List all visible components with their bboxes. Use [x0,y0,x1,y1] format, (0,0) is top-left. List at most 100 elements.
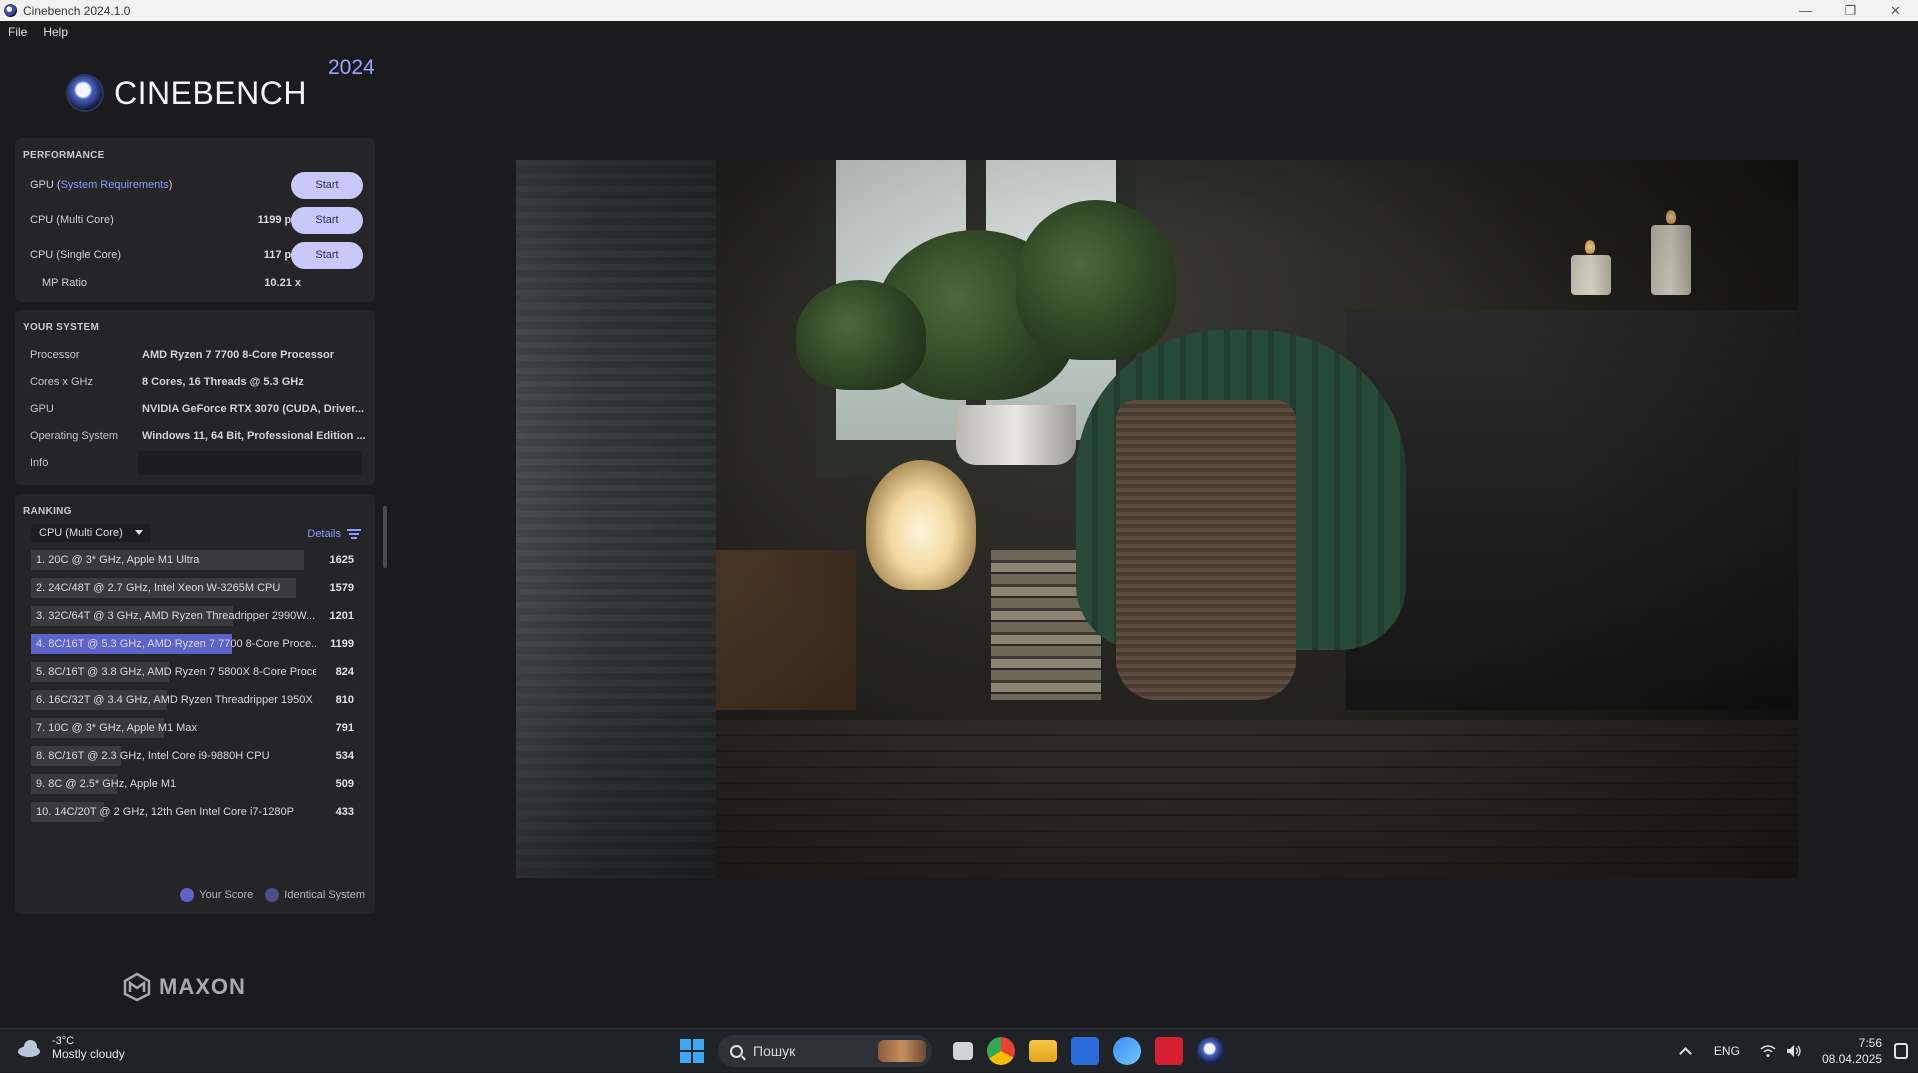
performance-title: PERFORMANCE [23,150,105,161]
sys-value: AMD Ryzen 7 7700 8-Core Processor [142,349,334,361]
ranking-row[interactable]: 6. 16C/32T @ 3.4 GHz, AMD Ryzen Threadri… [31,690,364,710]
ranking-row-your-score[interactable]: 4. 8C/16T @ 5.3 GHz, AMD Ryzen 7 7700 8-… [31,634,364,654]
ranking-score: 810 [336,694,354,706]
search-highlight-icon [878,1040,926,1062]
panel-scrollbar[interactable] [383,506,387,568]
details-button[interactable]: Details [307,528,361,540]
ai-app-icon[interactable] [1113,1037,1141,1065]
ranking-score: 534 [336,750,354,762]
your-system-panel: YOUR SYSTEM Processor AMD Ryzen 7 7700 8… [15,310,375,485]
mp-ratio-label: MP Ratio [30,277,87,289]
cinebench-logo: CINEBENCH [66,74,307,112]
ranking-legend: Your Score Identical System [168,888,365,902]
ranking-score: 1201 [330,610,354,622]
cinebench-taskbar-icon[interactable] [1197,1037,1225,1065]
chevron-down-icon [135,530,143,535]
menu-help[interactable]: Help [35,25,76,39]
search-icon [730,1045,743,1058]
menu-file[interactable]: File [0,25,35,39]
info-input[interactable] [138,451,362,475]
weather-temp: -3°C [52,1035,125,1047]
ranking-score: 433 [336,806,354,818]
start-gpu-button[interactable]: Start [291,172,363,199]
wifi-icon[interactable] [1760,1044,1776,1058]
sys-row-os: Operating System Windows 11, 64 Bit, Pro… [30,426,370,446]
clock-date: 08.04.2025 [1822,1051,1882,1067]
perf-row-gpu: GPU (System Requirements) - Start [30,170,375,200]
legend-your-score: Your Score [180,888,253,902]
filter-icon [347,529,361,539]
perf-label-gpu: GPU (System Requirements) [30,179,172,191]
taskbar: -3°C Mostly cloudy Пошук ENG [0,1028,1918,1072]
sys-key: Processor [30,349,142,361]
ranking-name: 9. 8C @ 2.5* GHz, Apple M1 [31,778,316,790]
details-label: Details [307,528,341,540]
render-preview-image [516,160,1798,878]
start-cpu-multi-button[interactable]: Start [291,207,363,234]
ranking-score: 509 [336,778,354,790]
ranking-row[interactable]: 3. 32C/64T @ 3 GHz, AMD Ryzen Threadripp… [31,606,364,626]
clock[interactable]: 7:56 08.04.2025 [1822,1035,1882,1067]
ranking-score: 1625 [330,554,354,566]
your-score-dot-icon [180,888,194,902]
clock-time: 7:56 [1822,1035,1882,1051]
ranking-name: 2. 24C/48T @ 2.7 GHz, Intel Xeon W-3265M… [31,582,316,594]
ranking-score: 1579 [330,582,354,594]
ranking-row[interactable]: 1. 20C @ 3* GHz, Apple M1 Ultra 1625 [31,550,364,570]
chrome-icon[interactable] [987,1037,1015,1065]
performance-panel: PERFORMANCE GPU (System Requirements) - … [15,138,375,302]
ranking-row[interactable]: 8. 8C/16T @ 2.3 GHz, Intel Core i9-9880H… [31,746,364,766]
perf-row-cpu-single: CPU (Single Core) 117 pts Start [30,240,375,270]
volume-icon[interactable] [1786,1044,1802,1058]
ranking-row[interactable]: 5. 8C/16T @ 3.8 GHz, AMD Ryzen 7 5800X 8… [31,662,364,682]
start-cpu-single-button[interactable]: Start [291,242,363,269]
perf-label-cpu-multi: CPU (Multi Core) [30,214,114,226]
maxon-logo: MAXON [122,972,246,1002]
maxon-icon [122,972,152,1002]
sys-value: Windows 11, 64 Bit, Professional Edition… [142,430,366,442]
minimize-button[interactable]: — [1783,0,1828,21]
maxon-text: MAXON [159,974,246,1000]
perf-label-cpu-single: CPU (Single Core) [30,249,121,261]
maximize-button[interactable]: ❐ [1828,0,1873,21]
ranking-type-dropdown[interactable]: CPU (Multi Core) [31,524,151,542]
taskbar-apps: Пошук [680,1035,1232,1067]
sys-value: 8 Cores, 16 Threads @ 5.3 GHz [142,376,304,388]
ranking-row[interactable]: 9. 8C @ 2.5* GHz, Apple M1 509 [31,774,364,794]
system-requirements-link[interactable]: System Requirements [61,179,169,191]
ranking-row[interactable]: 10. 14C/20T @ 2 GHz, 12th Gen Intel Core… [31,802,364,822]
ranking-row[interactable]: 2. 24C/48T @ 2.7 GHz, Intel Xeon W-3265M… [31,578,364,598]
logo-text: CINEBENCH [114,75,307,112]
taskbar-search[interactable]: Пошук [718,1035,932,1067]
window-title: Cinebench 2024.1.0 [23,4,130,18]
notification-icon[interactable] [1894,1043,1908,1059]
sys-row-cores: Cores x GHz 8 Cores, 16 Threads @ 5.3 GH… [30,372,370,392]
weather-widget[interactable]: -3°C Mostly cloudy [16,1035,125,1061]
ranking-title: RANKING [23,506,72,517]
perf-row-mp-ratio: MP Ratio 10.21 x [30,268,375,298]
legend-identical-label: Identical System [284,889,365,901]
search-placeholder: Пошук [753,1043,795,1059]
chevron-up-icon[interactable] [1679,1047,1692,1060]
sys-row-processor: Processor AMD Ryzen 7 7700 8-Core Proces… [30,345,370,365]
window-controls: — ❐ ✕ [1783,0,1918,21]
ranking-score: 824 [336,666,354,678]
windows-start-icon[interactable] [680,1039,704,1063]
sys-key: GPU [30,403,142,415]
ranking-panel: RANKING CPU (Multi Core) Details 1. 20C … [15,494,375,914]
logo-year: 2024 [328,56,375,80]
app-store-icon[interactable] [1071,1037,1099,1065]
language-indicator[interactable]: ENG [1714,1044,1740,1058]
ranking-name: 1. 20C @ 3* GHz, Apple M1 Ultra [31,554,316,566]
red-app-icon[interactable] [1155,1037,1183,1065]
ranking-name: 5. 8C/16T @ 3.8 GHz, AMD Ryzen 7 5800X 8… [31,666,316,678]
cloud-icon [16,1038,44,1058]
ranking-row[interactable]: 7. 10C @ 3* GHz, Apple M1 Max791 [31,718,364,738]
ranking-name: 3. 32C/64T @ 3 GHz, AMD Ryzen Threadripp… [31,610,316,622]
task-view-icon[interactable] [953,1042,973,1060]
ranking-name: 10. 14C/20T @ 2 GHz, 12th Gen Intel Core… [31,806,316,818]
system-tray: ENG 7:56 08.04.2025 [1681,1029,1908,1073]
sys-key: Operating System [30,430,142,442]
close-button[interactable]: ✕ [1873,0,1918,21]
file-explorer-icon[interactable] [1029,1040,1057,1062]
